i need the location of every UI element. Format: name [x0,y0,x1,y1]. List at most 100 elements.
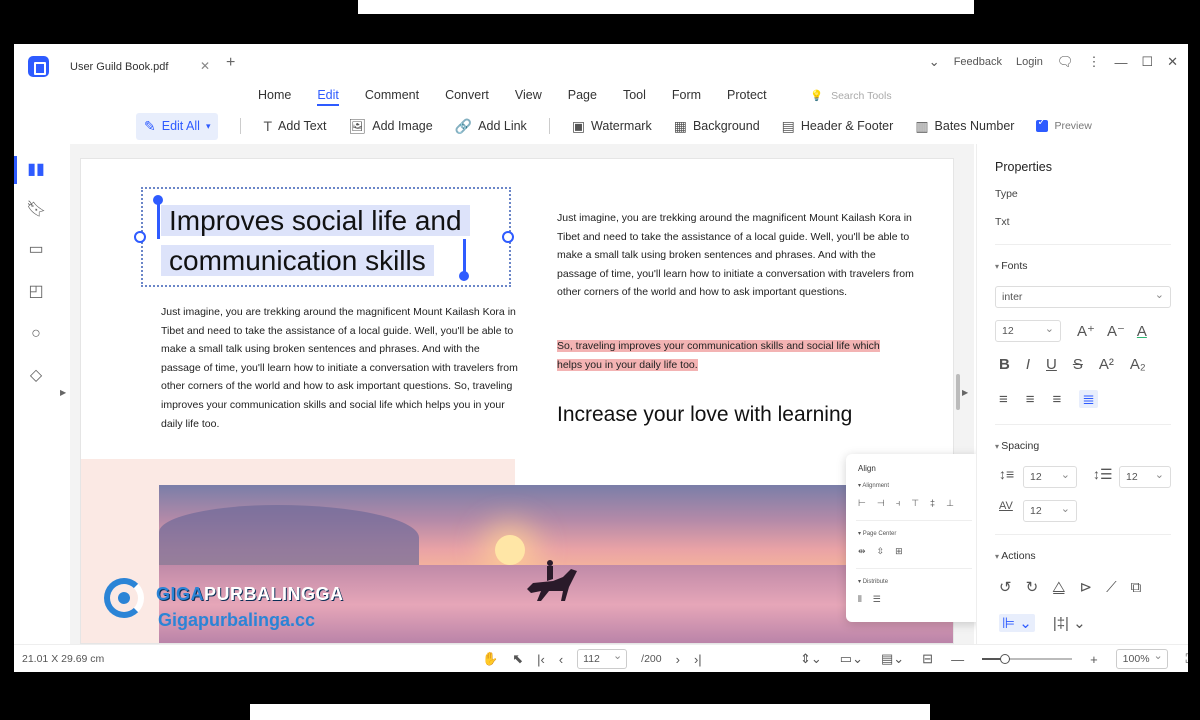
paragraph-spacing-select[interactable]: 12 [1119,466,1171,488]
split-view-icon[interactable]: ⊟ [922,651,933,667]
align-bottom-icon[interactable]: ⊥ [946,498,954,509]
comment-icon[interactable]: ▭ [26,240,46,260]
align-middle-icon[interactable]: ‡ [930,498,935,509]
increase-font-icon[interactable]: A⁺ [1077,322,1095,340]
center-both-icon[interactable]: ⊞ [895,546,903,557]
bold-icon[interactable]: B [999,356,1010,373]
document-tab[interactable]: User Guild Book.pdf ✕ [58,52,218,82]
left-paragraph[interactable]: Just imagine, you are trekking around th… [161,303,521,433]
underline-icon[interactable]: U [1046,356,1057,373]
center-horizontal-icon[interactable]: ⇹ [858,546,866,557]
italic-icon[interactable]: I [1026,356,1030,373]
maximize-icon[interactable]: ☐ [1141,54,1153,70]
justify-icon[interactable]: ≣ [1079,390,1098,408]
character-spacing-select[interactable]: 12 [1023,500,1077,522]
distribute-horizontal-icon[interactable]: ⫴ [858,594,862,605]
menu-view[interactable]: View [515,88,542,106]
add-text-button[interactable]: T Add Text [263,118,326,134]
decrease-font-icon[interactable]: A⁻ [1107,322,1125,340]
hand-tool-icon[interactable]: ✋ [482,651,498,667]
flip-vertical-icon[interactable]: ⊳ [1080,578,1093,596]
minimize-icon[interactable]: — [1114,55,1127,70]
actions-section-label[interactable]: Actions [995,550,1035,562]
rotate-right-icon[interactable]: ↻ [1026,578,1039,596]
edit-all-button[interactable]: ✎ Edit All ▾ [136,112,219,140]
reading-mode-icon[interactable]: ▤⌄ [881,651,904,667]
align-objects-icon[interactable]: ⊫ ⌄ [999,614,1035,632]
zoom-slider-knob[interactable] [999,654,1010,664]
header-footer-button[interactable]: ▤ Header & Footer [782,118,894,135]
menu-form[interactable]: Form [672,88,701,106]
align-center-h-icon[interactable]: ⊣ [877,498,885,509]
page-layout-icon[interactable]: ▭⌄ [840,651,863,667]
subheading[interactable]: Increase your love with learning [557,403,852,427]
center-vertical-icon[interactable]: ⇳ [877,546,885,557]
more-options-icon[interactable]: ⋮ [1087,54,1100,70]
close-tab-icon[interactable]: ✕ [200,59,210,73]
thumbnails-icon[interactable]: ▮▮ [26,160,46,180]
line-spacing-select[interactable]: 12 [1023,466,1077,488]
search-tools[interactable]: 💡 Search Tools [810,89,892,103]
align-right-icon[interactable]: ⫞ [896,498,901,509]
crop-icon[interactable]: ⟋ [1106,579,1117,596]
collapse-right-icon[interactable]: ▶ [962,388,968,397]
add-tab-icon[interactable]: + [226,54,235,72]
fonts-section-label[interactable]: Fonts [995,260,1027,272]
close-window-icon[interactable]: ✕ [1167,54,1178,70]
zoom-select[interactable]: 100% [1115,649,1168,669]
first-page-icon[interactable]: |‹ [537,652,545,667]
login-link[interactable]: Login [1016,56,1043,68]
font-size-select[interactable]: 12 [995,320,1061,342]
align-left-icon[interactable]: ≡ [999,391,1008,408]
zoom-slider[interactable] [982,654,1073,664]
next-page-icon[interactable]: › [676,652,680,667]
background-button[interactable]: ▦ Background [674,118,760,135]
menu-comment[interactable]: Comment [365,88,419,106]
fit-page-icon[interactable]: ⇕⌄ [800,651,822,667]
menu-page[interactable]: Page [568,88,597,106]
bates-number-button[interactable]: ▥ Bates Number [915,118,1014,135]
font-color-icon[interactable]: A [1137,323,1147,340]
fullscreen-icon[interactable]: ⛶ [1186,651,1188,667]
font-family-select[interactable]: inter [995,286,1171,308]
highlighted-text[interactable]: So, traveling improves your communicatio… [557,337,903,374]
add-image-button[interactable]: 🖼 Add Image [348,118,432,135]
align-center-icon[interactable]: ≡ [1026,391,1035,408]
right-paragraph[interactable]: Just imagine, you are trekking around th… [557,209,917,302]
feedback-link[interactable]: Feedback [954,56,1002,68]
align-left-icon[interactable]: ⊢ [858,498,866,509]
subscript-icon[interactable]: A₂ [1130,356,1146,373]
watermark-button[interactable]: ▣ Watermark [572,118,652,135]
replace-image-icon[interactable]: ⧉ [1131,579,1142,596]
strikethrough-icon[interactable]: S [1073,356,1083,373]
current-page-input[interactable]: 112 [577,649,628,669]
menu-edit[interactable]: Edit [317,88,339,106]
flip-horizontal-icon[interactable]: ⧋ [1052,579,1065,596]
distribute-vertical-icon[interactable]: ☰ [873,594,881,605]
menu-home[interactable]: Home [258,88,291,106]
notification-icon[interactable]: 🗨 [1057,54,1074,70]
distribute-objects-icon[interactable]: |‡| ⌄ [1053,614,1086,632]
zoom-in-icon[interactable]: + [1090,652,1098,667]
superscript-icon[interactable]: A² [1099,356,1114,373]
menu-protect[interactable]: Protect [727,88,767,106]
canvas-scrollbar[interactable] [956,374,960,410]
zoom-out-icon[interactable]: — [951,652,964,667]
add-link-button[interactable]: 🔗 Add Link [455,118,527,135]
selection-handle-left[interactable] [134,231,146,243]
preview-toggle[interactable]: Preview [1036,117,1092,132]
spacing-section-label[interactable]: Spacing [995,440,1039,452]
search-icon[interactable]: ○ [26,324,46,344]
select-tool-icon[interactable]: ⬉ [512,651,523,667]
menu-tool[interactable]: Tool [623,88,646,106]
menu-convert[interactable]: Convert [445,88,489,106]
attachment-icon[interactable]: ◰ [26,282,46,302]
layers-icon[interactable]: ◇ [26,366,46,386]
section-headline[interactable]: Improves social life and communication s… [161,201,470,281]
chevron-down-icon[interactable]: ⌄ [929,54,940,70]
align-top-icon[interactable]: ⊤ [911,498,919,509]
selection-handle-right[interactable] [502,231,514,243]
align-right-icon[interactable]: ≡ [1053,391,1062,408]
collapse-left-icon[interactable]: ▶ [60,388,66,397]
bookmark-icon[interactable]: 🔖︎ [26,200,46,220]
